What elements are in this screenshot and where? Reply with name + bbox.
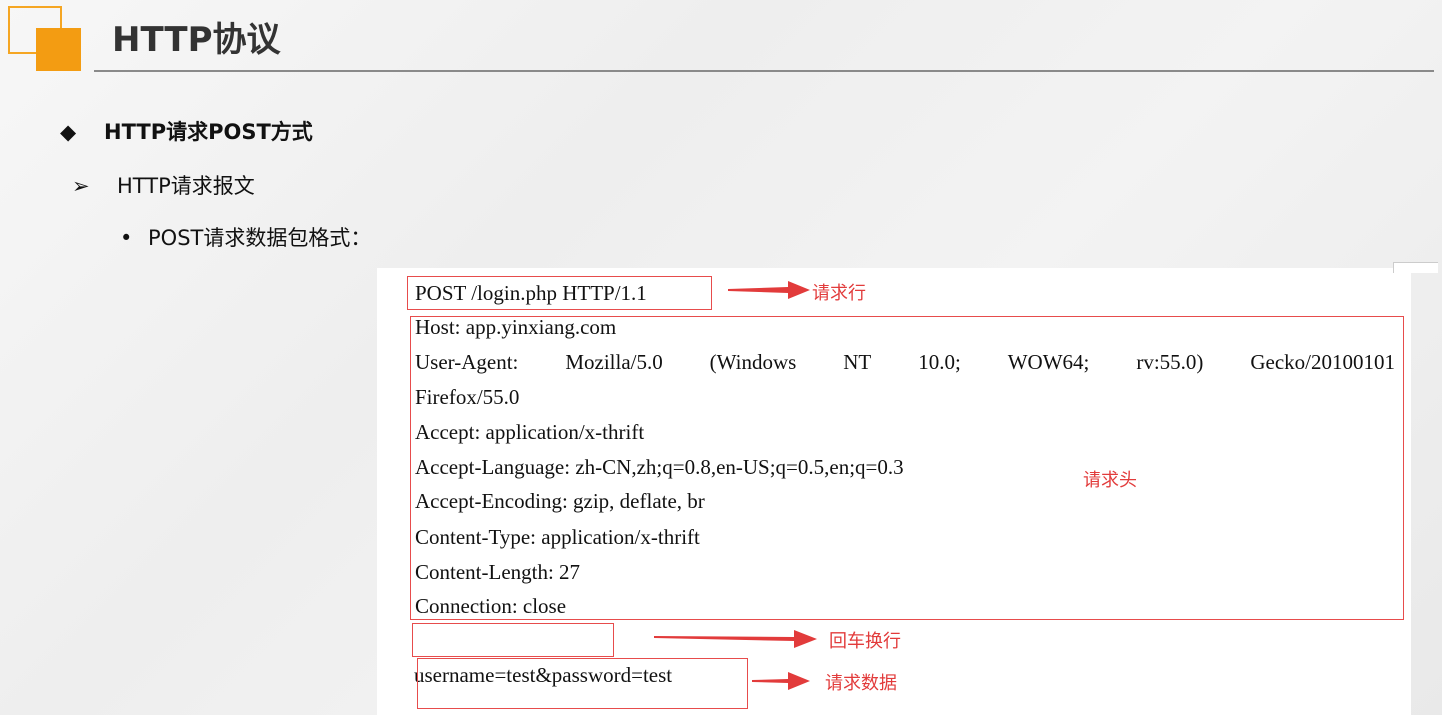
- blank-line-arrow-icon: [654, 630, 817, 648]
- headers-box: [410, 316, 1404, 620]
- bullet-level-2: ➢ HTTP请求报文: [72, 170, 255, 200]
- logo-fill-square: [36, 28, 81, 71]
- label-blank-line: 回车换行: [829, 631, 901, 652]
- request-line-box: [407, 276, 712, 310]
- bullet-level-1: ◆ HTTP请求POST方式: [60, 116, 313, 146]
- page-title: HTTP协议: [112, 20, 281, 60]
- bullet-level-1-text: HTTP请求POST方式: [104, 120, 313, 144]
- label-request-line: 请求行: [812, 283, 866, 304]
- label-body: 请求数据: [825, 673, 897, 694]
- bullet-level-3-text: POST请求数据包格式：: [148, 226, 372, 250]
- request-body-box: [417, 658, 748, 709]
- document-corner: [1393, 262, 1438, 273]
- arrow-bullet-icon: ➢: [72, 174, 90, 198]
- body-arrow-icon: [752, 672, 810, 690]
- bullet-level-2-text: HTTP请求报文: [117, 174, 255, 198]
- blank-line-box: [412, 623, 614, 657]
- bullet-level-3: • POST请求数据包格式：: [120, 222, 371, 252]
- diamond-bullet-icon: ◆: [60, 120, 77, 144]
- label-headers: 请求头: [1083, 470, 1137, 491]
- title-divider: [94, 70, 1434, 72]
- request-line-arrow-icon: [728, 281, 810, 299]
- dot-bullet-icon: •: [120, 226, 133, 250]
